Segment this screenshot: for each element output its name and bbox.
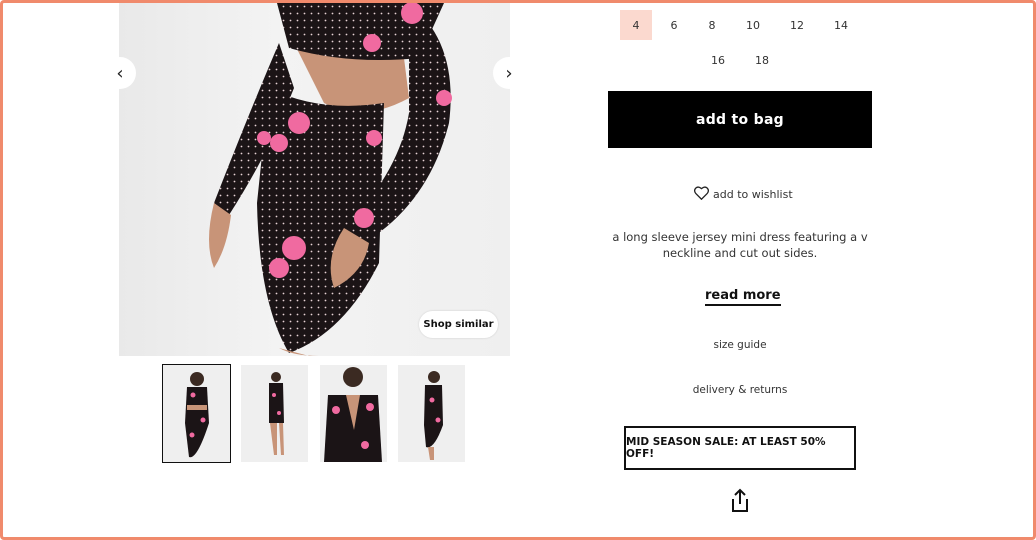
read-more-link[interactable]: read more — [705, 288, 781, 306]
add-to-wishlist-button[interactable]: add to wishlist — [694, 184, 793, 204]
gallery-next-button[interactable]: › — [493, 57, 525, 89]
thumbnail-1[interactable] — [162, 364, 231, 463]
size-option-18[interactable]: 18 — [747, 45, 777, 75]
size-guide-link[interactable]: size guide — [700, 339, 780, 351]
size-option-4[interactable]: 4 — [620, 10, 652, 40]
thumbnail-4[interactable] — [398, 365, 465, 462]
chevron-right-icon: › — [505, 62, 513, 84]
chevron-left-icon: ‹ — [116, 62, 124, 84]
product-description: a long sleeve jersey mini dress featurin… — [612, 230, 868, 260]
product-main-image[interactable] — [119, 3, 510, 356]
size-option-6[interactable]: 6 — [660, 10, 688, 40]
delivery-returns-link[interactable]: delivery & returns — [680, 384, 800, 396]
size-option-16[interactable]: 16 — [703, 45, 733, 75]
shop-similar-button[interactable]: Shop similar — [419, 311, 498, 338]
size-option-8[interactable]: 8 — [698, 10, 726, 40]
size-option-14[interactable]: 14 — [826, 10, 856, 40]
thumbnail-2[interactable] — [241, 365, 308, 462]
size-option-10[interactable]: 10 — [738, 10, 768, 40]
wishlist-label: add to wishlist — [713, 187, 793, 201]
share-button[interactable] — [728, 488, 752, 514]
heart-icon — [694, 185, 709, 203]
thumbnail-3[interactable] — [320, 365, 387, 462]
gallery-prev-button[interactable]: ‹ — [104, 57, 136, 89]
promo-banner: MID SEASON SALE: AT LEAST 50% OFF! — [624, 426, 856, 470]
size-option-12[interactable]: 12 — [782, 10, 812, 40]
share-icon — [732, 488, 748, 512]
add-to-bag-button[interactable]: add to bag — [608, 91, 872, 148]
